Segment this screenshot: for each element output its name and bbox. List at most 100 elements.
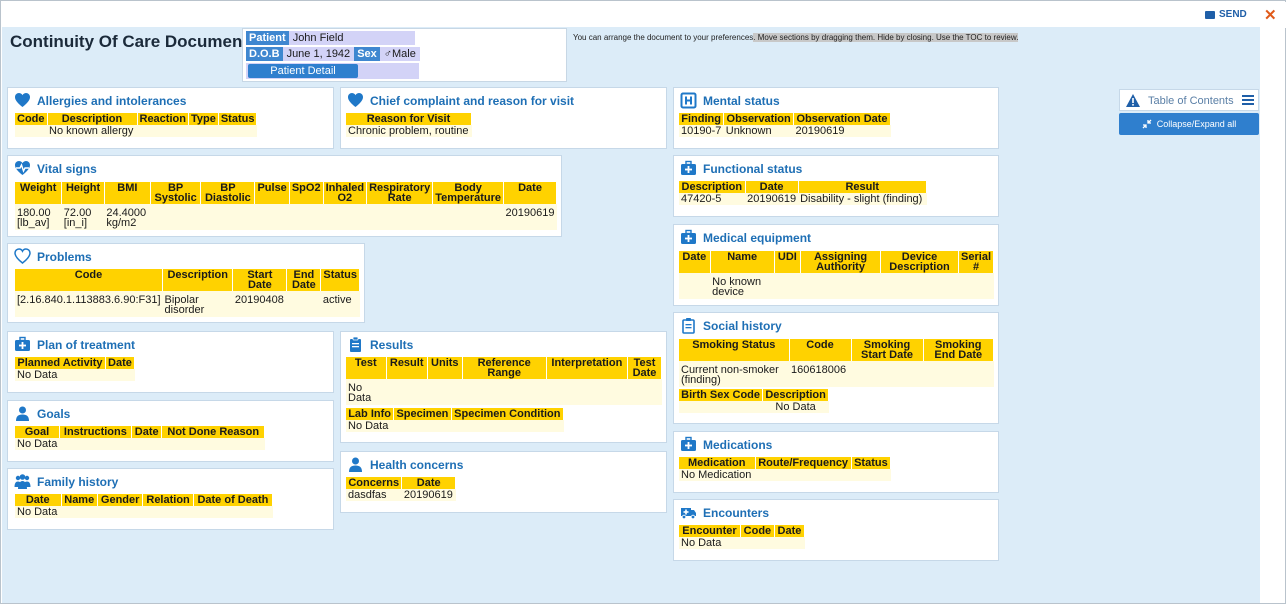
column-header: Start Date — [232, 269, 288, 291]
table-of-contents[interactable]: Table of Contents — [1119, 89, 1259, 111]
send-button[interactable]: SEND — [1205, 9, 1247, 20]
table-header-row: Date Name UDI Assigning Authority Device… — [679, 251, 994, 273]
table-row: No known device — [679, 273, 994, 299]
table-cell — [131, 438, 162, 450]
table-row: No Data — [679, 537, 805, 549]
table-row: Current non-smoker (finding) 160618006 — [679, 361, 994, 387]
sex-label: Sex — [354, 46, 380, 61]
table-cell: No Data — [679, 537, 741, 549]
table-header-row: Reason for Visit — [346, 113, 472, 125]
table-cell — [59, 438, 132, 450]
card-title: Results — [370, 337, 414, 352]
menu-icon[interactable] — [1242, 95, 1254, 107]
table-cell: No Medication — [679, 469, 755, 481]
table-cell — [188, 125, 219, 137]
card-vital-signs[interactable]: Vital signs Weight Height BMI BP Systoli… — [7, 155, 562, 237]
patient-detail-button[interactable]: Patient Detail — [248, 64, 358, 78]
card-goals[interactable]: Goals Goal Instructions Date Not Done Re… — [7, 400, 334, 462]
table-row: [2.16.840.1.113883.6.90:F31] Bipolar dis… — [15, 291, 360, 317]
table-cell — [740, 537, 775, 549]
table-cell — [679, 401, 763, 413]
table-cell: 72.00 [in_i] — [61, 204, 105, 230]
column-header: Name — [61, 494, 98, 506]
column-header: Interpretation — [546, 357, 629, 379]
table-cell — [286, 291, 321, 317]
clipboard-icon — [682, 318, 695, 334]
card-health-concerns[interactable]: Health concerns Concerns Date dasdfas 20… — [340, 451, 667, 513]
card-medications[interactable]: Medications Medication Route/Frequency S… — [673, 431, 999, 493]
chief-table: Reason for Visit Chronic problem, routin… — [346, 113, 472, 137]
card-title: Vital signs — [37, 161, 97, 176]
table-cell — [393, 420, 452, 432]
mental-table: Finding Observation Observation Date 101… — [679, 113, 891, 137]
table-cell: Bipolar disorder — [162, 291, 233, 317]
patient-label: Patient — [246, 30, 289, 45]
hospital-icon — [680, 92, 697, 109]
table-cell: 20190619 — [793, 125, 891, 137]
table-cell — [851, 469, 891, 481]
column-header: Smoking End Date — [923, 339, 995, 361]
table-cell: 20190619 — [401, 489, 456, 501]
table-row: No known allergy — [15, 125, 257, 137]
column-header: Result — [386, 357, 428, 379]
column-header: Status — [851, 457, 892, 469]
column-header: Not Done Reason — [161, 426, 265, 438]
mail-icon — [1205, 10, 1215, 19]
column-header: Body Temperature — [432, 182, 505, 204]
card-chief-complaint[interactable]: Chief complaint and reason for visit Rea… — [340, 87, 667, 149]
goals-table: Goal Instructions Date Not Done Reason N… — [15, 426, 265, 450]
medkit-icon — [681, 436, 696, 451]
table-cell — [61, 506, 98, 518]
close-button[interactable]: ✕ — [1264, 6, 1277, 24]
column-header: Reaction — [137, 113, 189, 125]
scrollbar[interactable] — [1261, 27, 1285, 603]
column-header: Smoking Start Date — [851, 339, 924, 361]
table-cell: No known allergy — [47, 125, 189, 137]
table-cell — [462, 379, 547, 405]
table-cell — [679, 273, 711, 299]
card-mental-status[interactable]: Mental status Finding Observation Observ… — [673, 87, 999, 149]
results-table: Test Result Units Reference Range Interp… — [346, 357, 662, 405]
column-header: Assigning Authority — [800, 251, 882, 273]
card-header: Chief complaint and reason for visit — [347, 92, 574, 109]
card-medical-equipment[interactable]: Medical equipment Date Name UDI Assignin… — [673, 224, 999, 306]
column-header: Type — [188, 113, 219, 125]
table-cell: 160618006 — [789, 361, 851, 387]
table-cell: No Data — [15, 438, 60, 450]
toc-label: Table of Contents — [1148, 95, 1234, 107]
heart-outline-icon — [14, 248, 31, 264]
table-row: 10190-7 Unknown 20190619 — [679, 125, 891, 137]
card-family-history[interactable]: Family history Date Name Gender Relation… — [7, 468, 334, 530]
card-functional-status[interactable]: Functional status Description Date Resul… — [673, 155, 999, 217]
table-cell — [851, 361, 924, 387]
send-label: SEND — [1219, 9, 1247, 20]
equipment-table: Date Name UDI Assigning Authority Device… — [679, 251, 994, 299]
plan-table: Planned Activity Date No Data — [15, 357, 136, 381]
column-header: Weight — [15, 182, 63, 204]
card-allergies[interactable]: Allergies and intolerances Code Descript… — [7, 87, 334, 149]
table-cell: active — [320, 291, 360, 317]
collapse-expand-button[interactable]: Collapse/Expand all — [1119, 113, 1259, 135]
column-header: Status — [320, 269, 360, 291]
column-header: Code — [740, 525, 775, 537]
heart-icon — [15, 93, 30, 107]
card-title: Chief complaint and reason for visit — [370, 93, 575, 108]
table-cell — [958, 273, 994, 299]
card-encounters[interactable]: Encounters Encounter Code Date No Data — [673, 499, 999, 561]
card-header: Mental status — [680, 92, 780, 109]
table-cell — [880, 273, 959, 299]
column-header: UDI — [774, 251, 802, 273]
column-header: Code — [15, 113, 48, 125]
card-header: Medical equipment — [680, 229, 811, 246]
card-results[interactable]: Results Test Result Units Reference Rang… — [340, 331, 667, 443]
table-cell: No Data — [346, 379, 386, 405]
table-cell: No known device — [710, 273, 775, 299]
card-problems[interactable]: Problems Code Description Start Date End… — [7, 243, 365, 323]
table-cell — [800, 273, 881, 299]
card-social-history[interactable]: Social history Smoking Status Code Smoki… — [673, 312, 999, 424]
table-cell — [386, 379, 428, 405]
card-title: Functional status — [703, 161, 803, 176]
medkit-icon — [15, 336, 30, 351]
card-plan-of-treatment[interactable]: Plan of treatment Planned Activity Date … — [7, 331, 334, 393]
table-header-row: Medication Route/Frequency Status — [679, 457, 892, 469]
